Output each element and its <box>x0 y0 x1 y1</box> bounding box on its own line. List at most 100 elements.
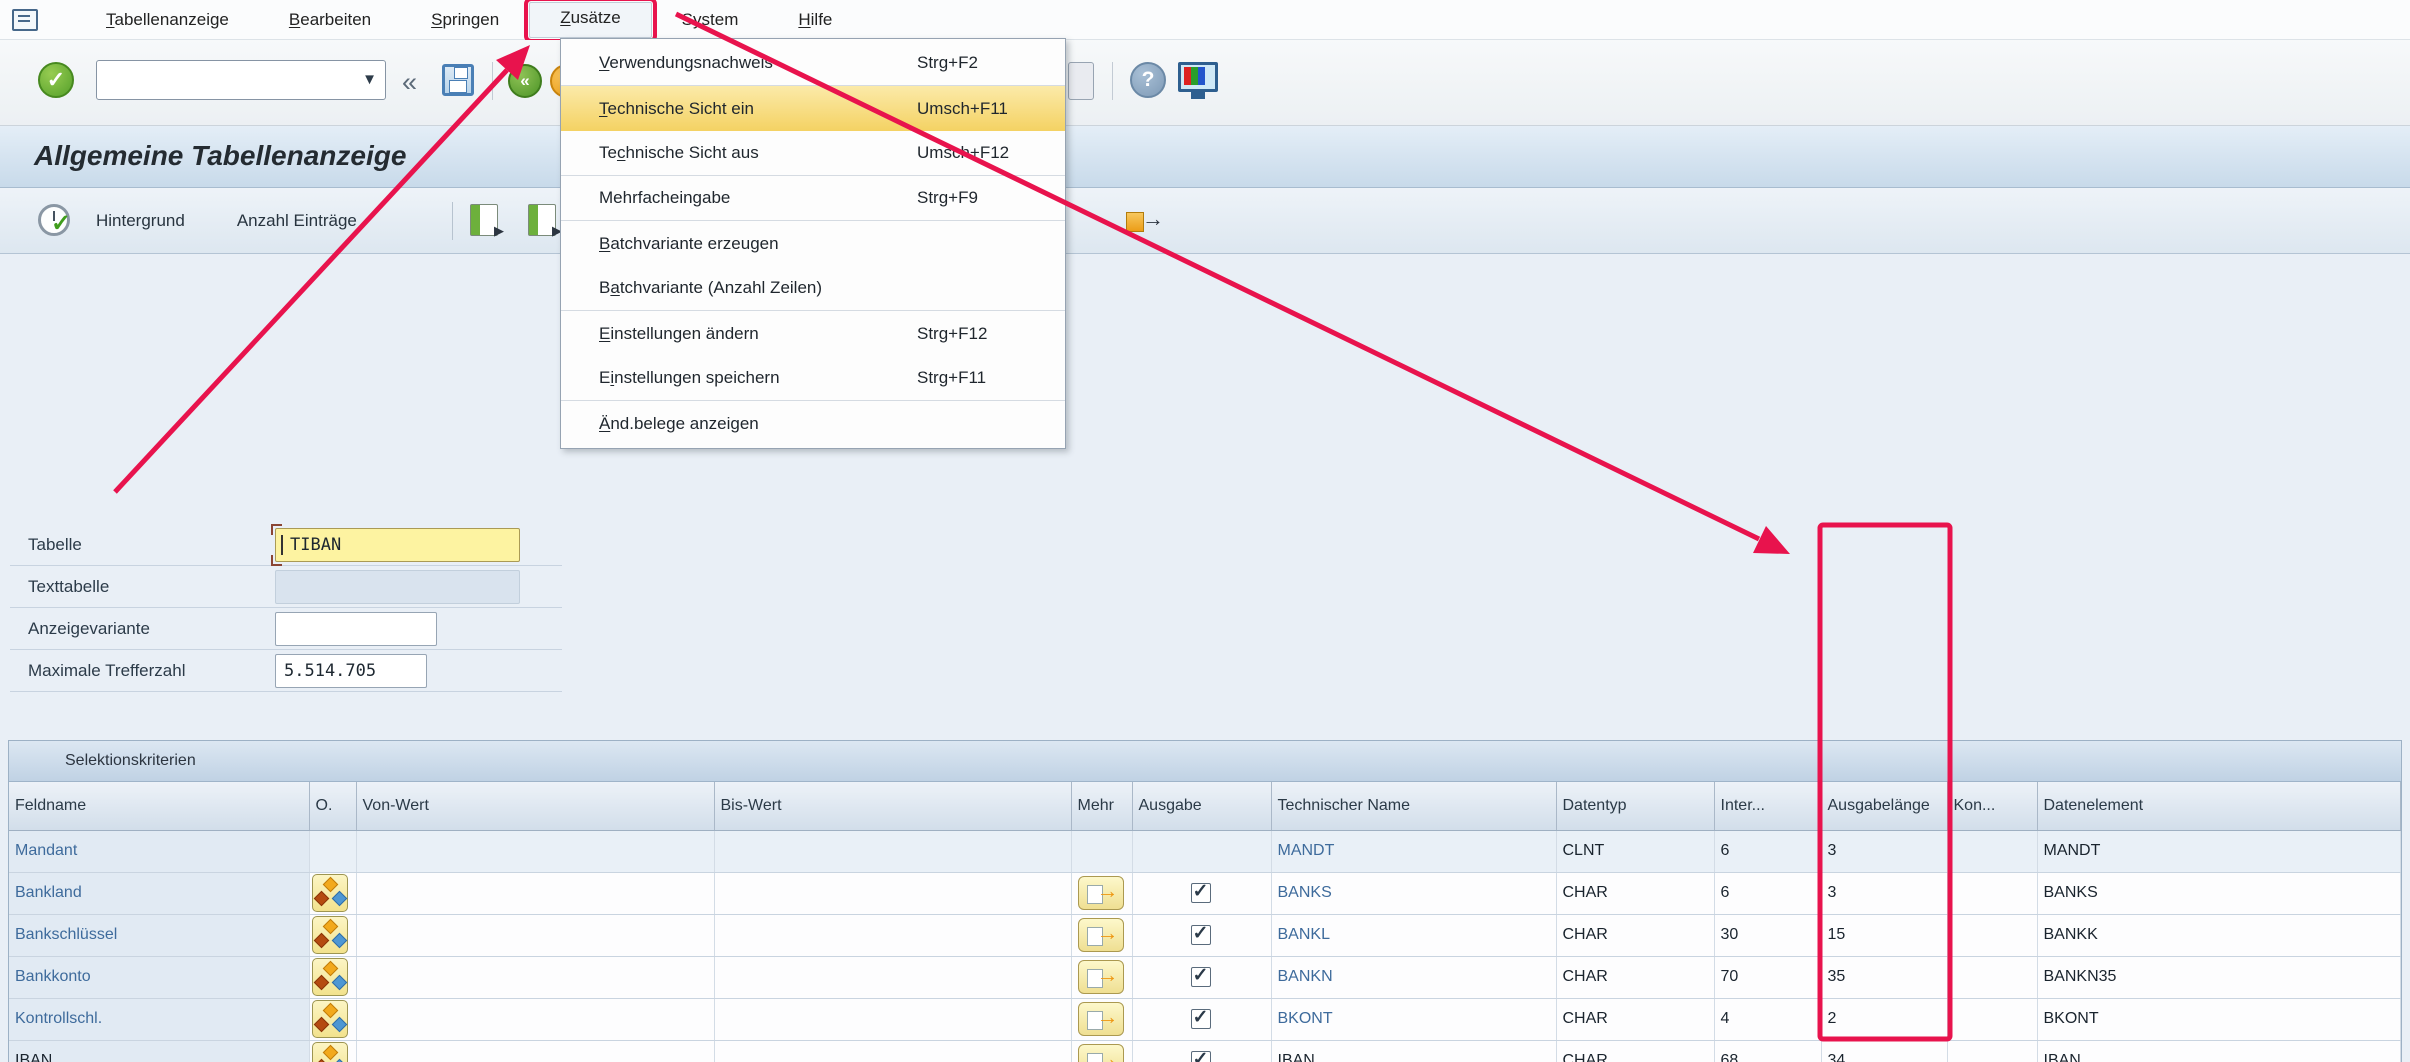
mehr-cell <box>1071 872 1132 914</box>
bis-wert-cell[interactable] <box>714 998 1071 1040</box>
application-toolbar: Hintergrund Anzahl Einträge <box>0 188 2410 254</box>
column-header[interactable]: Datenelement <box>2037 782 2401 830</box>
panel-title: Selektionskriterien <box>9 741 2401 781</box>
menubar-item[interactable]: System <box>652 2 769 38</box>
column-header[interactable]: Ausgabe <box>1132 782 1271 830</box>
column-header[interactable]: Inter... <box>1714 782 1821 830</box>
selection-option-cell <box>309 914 356 956</box>
selection-options-icon[interactable] <box>312 1042 348 1062</box>
multiple-selection-button[interactable] <box>1078 1044 1124 1062</box>
distribute-icon[interactable] <box>1124 204 1164 238</box>
dropdown-menu-item[interactable]: Änd.belege anzeigen <box>561 401 1065 446</box>
menubar-item[interactable]: Bearbeiten <box>259 2 401 38</box>
von-wert-cell[interactable] <box>356 914 714 956</box>
help-icon[interactable]: ? <box>1130 62 1166 98</box>
dropdown-menu-item[interactable]: Einstellungen speichern Strg+F11 <box>561 356 1065 401</box>
menu-item-label: Änd.belege anzeigen <box>599 414 917 434</box>
selection-option-cell <box>309 998 356 1040</box>
bis-wert-cell[interactable] <box>714 1040 1071 1062</box>
menu-item-shortcut: Umsch+F12 <box>917 143 1065 163</box>
partially-hidden-icon[interactable] <box>1068 62 1094 100</box>
column-header[interactable]: Bis-Wert <box>714 782 1071 830</box>
konvexit-cell <box>1947 830 2037 872</box>
von-wert-cell[interactable] <box>356 956 714 998</box>
multiple-selection-button[interactable] <box>1078 1002 1124 1036</box>
table-contents-alt-icon[interactable] <box>528 204 556 236</box>
dropdown-menu-item[interactable]: Technische Sicht aus Umsch+F12 <box>561 131 1065 176</box>
form-field-input[interactable] <box>275 654 427 688</box>
ausgabelaenge-cell: 3 <box>1821 830 1947 872</box>
von-wert-cell[interactable] <box>356 872 714 914</box>
app-toolbar-button[interactable]: Anzahl Einträge <box>237 211 357 231</box>
form-field-input[interactable] <box>275 528 520 562</box>
output-checkbox[interactable] <box>1191 883 1211 903</box>
form-field-label: Anzeigevariante <box>10 619 275 639</box>
menubar: TabellenanzeigeBearbeitenSpringenZusätze… <box>0 0 2410 40</box>
column-header[interactable]: O. <box>309 782 356 830</box>
von-wert-cell[interactable] <box>356 998 714 1040</box>
app-toolbar-button[interactable]: Hintergrund <box>96 211 185 231</box>
multiple-selection-button[interactable] <box>1078 960 1124 994</box>
menubar-item[interactable]: Tabellenanzeige <box>76 2 259 38</box>
interne-laenge-cell: 6 <box>1714 830 1821 872</box>
output-checkbox[interactable] <box>1191 967 1211 987</box>
dropdown-menu-item[interactable]: Verwendungsnachweis Strg+F2 <box>561 41 1065 86</box>
command-field[interactable]: ▼ <box>96 60 386 100</box>
dropdown-menu-item[interactable]: Batchvariante erzeugen <box>561 221 1065 266</box>
execute-background-icon[interactable] <box>38 204 70 236</box>
save-icon[interactable] <box>442 64 474 96</box>
selection-option-cell <box>309 956 356 998</box>
technischer-name-cell: BKONT <box>1271 998 1556 1040</box>
datenelement-cell: BANKN35 <box>2037 956 2401 998</box>
form-row: Tabelle <box>10 524 562 566</box>
multiple-selection-button[interactable] <box>1078 876 1124 910</box>
dropdown-menu-item[interactable]: Batchvariante (Anzahl Zeilen) <box>561 266 1065 311</box>
collapse-icon[interactable]: « <box>402 68 417 96</box>
datentyp-cell: CHAR <box>1556 872 1714 914</box>
menubar-item[interactable]: Zusätze <box>529 2 651 38</box>
output-checkbox[interactable] <box>1191 1051 1211 1062</box>
interne-laenge-cell: 30 <box>1714 914 1821 956</box>
konvexit-cell <box>1947 956 2037 998</box>
column-header[interactable]: Datentyp <box>1556 782 1714 830</box>
column-header[interactable]: Von-Wert <box>356 782 714 830</box>
datenelement-cell: IBAN <box>2037 1040 2401 1062</box>
dropdown-menu-item[interactable]: Einstellungen ändern Strg+F12 <box>561 311 1065 356</box>
form-field-input[interactable] <box>275 612 437 646</box>
column-header[interactable]: Technischer Name <box>1271 782 1556 830</box>
multiple-selection-button[interactable] <box>1078 918 1124 952</box>
column-header[interactable]: Kon... <box>1947 782 2037 830</box>
ausgabe-cell <box>1132 914 1271 956</box>
bis-wert-cell[interactable] <box>714 872 1071 914</box>
column-header[interactable]: Mehr <box>1071 782 1132 830</box>
selection-options-icon[interactable] <box>312 958 348 996</box>
menu-item-shortcut: Umsch+F11 <box>917 99 1065 119</box>
dropdown-menu-item[interactable]: Mehrfacheingabe Strg+F9 <box>561 176 1065 221</box>
fieldname-cell: IBAN <box>9 1040 309 1062</box>
menubar-item[interactable]: Hilfe <box>768 2 862 38</box>
back-icon[interactable]: « <box>508 64 542 98</box>
menubar-item[interactable]: Springen <box>401 2 529 38</box>
selection-options-icon[interactable] <box>312 1000 348 1038</box>
enter-check-icon[interactable]: ✓ <box>38 62 74 98</box>
chevron-down-icon[interactable]: ▼ <box>362 71 377 88</box>
form-row: Texttabelle <box>10 566 562 608</box>
konvexit-cell <box>1947 998 2037 1040</box>
von-wert-cell[interactable] <box>356 830 714 872</box>
column-header[interactable]: Feldname <box>9 782 309 830</box>
dropdown-menu-item[interactable]: Technische Sicht ein Umsch+F11 <box>561 86 1065 131</box>
bis-wert-cell[interactable] <box>714 914 1071 956</box>
bis-wert-cell[interactable] <box>714 830 1071 872</box>
datenelement-cell: BANKK <box>2037 914 2401 956</box>
bis-wert-cell[interactable] <box>714 956 1071 998</box>
selection-options-icon[interactable] <box>312 916 348 954</box>
selection-options-icon[interactable] <box>312 874 348 912</box>
von-wert-cell[interactable] <box>356 1040 714 1062</box>
output-checkbox[interactable] <box>1191 925 1211 945</box>
column-header[interactable]: Ausgabelänge <box>1821 782 1947 830</box>
form-field-input[interactable] <box>275 570 520 604</box>
output-checkbox[interactable] <box>1191 1009 1211 1029</box>
new-session-monitor-icon[interactable] <box>1178 62 1218 92</box>
selection-table: FeldnameO.Von-WertBis-WertMehrAusgabeTec… <box>9 782 2401 1062</box>
table-contents-icon[interactable] <box>470 204 498 236</box>
